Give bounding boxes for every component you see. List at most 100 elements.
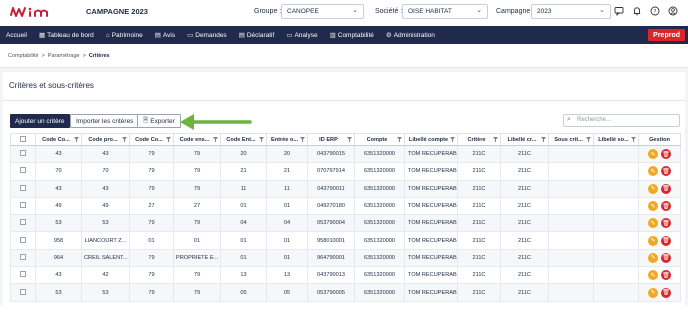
row-checkbox[interactable] — [20, 253, 26, 260]
delete-icon[interactable]: 🗑 — [661, 270, 671, 281]
delete-icon[interactable]: 🗑 — [661, 218, 671, 229]
row-checkbox[interactable] — [20, 150, 26, 157]
row-actions: ✎ 🗑 — [638, 196, 681, 216]
column-header[interactable]: Code Ent... — [220, 133, 267, 146]
table-cell: 01 — [266, 196, 308, 216]
table-cell: TOM RECUPERAB — [404, 248, 458, 268]
column-header[interactable]: Code pro... — [81, 133, 130, 146]
export-button[interactable]: 🗎 Exporter — [137, 114, 181, 128]
edit-icon[interactable]: ✎ — [648, 252, 658, 263]
nav-item-analyse[interactable]: ▭ Analyse — [280, 26, 323, 44]
filter-icon[interactable] — [347, 137, 352, 142]
nav-item-patrimoine[interactable]: ⌂ Patrimoine — [100, 26, 149, 44]
column-header[interactable]: Gestion — [638, 133, 681, 146]
filter-icon[interactable] — [450, 137, 455, 142]
societe-select[interactable]: OISE HABITAT ⌄ — [402, 4, 488, 19]
column-header[interactable]: Code Co... — [129, 133, 174, 146]
campagne-select[interactable]: 2023 ⌄ — [531, 4, 611, 19]
table-row[interactable]: 43 42 79 79 13 13 043790013 6351320000 TOM RECUP… — [10, 266, 681, 285]
select-all-checkbox[interactable] — [20, 135, 26, 142]
select-all-header[interactable] — [10, 133, 36, 146]
table-row[interactable]: 49 49 27 27 01 01 049270180 6351320000 TOM RECUP… — [10, 196, 681, 216]
page-title: Critères et sous-critères — [9, 81, 94, 90]
user-icon[interactable] — [667, 5, 678, 16]
edit-icon[interactable]: ✎ — [648, 235, 658, 246]
table-row[interactable]: 70 70 79 79 21 21 070797914 6351320000 TOM RECUP… — [10, 162, 681, 181]
table-row[interactable]: 53 53 79 79 05 05 053790005 6351320000 TOM RECUP… — [10, 283, 681, 302]
table-cell: 043790013 — [307, 266, 355, 285]
chat-icon[interactable] — [613, 5, 624, 16]
column-header[interactable]: Libellé cr... — [500, 133, 549, 146]
edit-icon[interactable]: ✎ — [648, 201, 658, 212]
filter-icon[interactable] — [541, 137, 546, 142]
groupe-label: Groupe : — [254, 8, 282, 15]
edit-icon[interactable]: ✎ — [648, 218, 658, 229]
breadcrumb-item[interactable]: Comptabilité — [8, 53, 39, 59]
column-header[interactable]: Code Co... — [35, 133, 82, 146]
import-criteria-button[interactable]: Importer les critères — [70, 114, 140, 128]
row-checkbox[interactable] — [20, 288, 26, 295]
column-header[interactable]: Critère — [457, 133, 501, 146]
table-row[interactable]: 958 LIANCOURT Z... 01 01 01 01 958010001 635132… — [10, 231, 681, 250]
filter-icon[interactable] — [213, 137, 218, 142]
filter-icon[interactable] — [74, 137, 79, 142]
filter-icon[interactable] — [493, 137, 498, 142]
column-header[interactable]: Entrée o... — [266, 133, 308, 146]
delete-icon[interactable]: 🗑 — [661, 287, 671, 298]
delete-icon[interactable]: 🗑 — [661, 252, 671, 263]
row-actions: ✎ 🗑 — [638, 162, 681, 181]
delete-icon[interactable]: 🗑 — [661, 149, 671, 160]
column-header-label: Libellé so... — [598, 136, 629, 143]
row-checkbox[interactable] — [20, 236, 26, 243]
nav-item-administration[interactable]: ⚙ Administration — [380, 26, 441, 44]
nav-item-demandes[interactable]: ▭ Demandes — [181, 26, 233, 44]
delete-icon[interactable]: 🗑 — [661, 183, 671, 194]
groupe-select[interactable]: CANOPEE ⌄ — [281, 4, 364, 19]
bell-icon[interactable] — [631, 5, 642, 16]
column-header[interactable]: ID ERP — [307, 133, 355, 146]
table-cell: 27 — [173, 196, 221, 216]
filter-icon[interactable] — [259, 137, 264, 142]
column-header[interactable]: Code ens... — [173, 133, 221, 146]
filter-icon[interactable] — [586, 137, 591, 142]
help-icon[interactable]: ? — [649, 5, 660, 16]
row-checkbox[interactable] — [20, 219, 26, 226]
edit-icon[interactable]: ✎ — [648, 183, 658, 194]
table-row[interactable]: 964 CREIL SALENT... 79 PROPRIETE E... 01 01 96… — [10, 248, 681, 268]
row-checkbox[interactable] — [20, 184, 26, 191]
column-header[interactable]: Sous crit... — [548, 133, 594, 146]
delete-icon[interactable]: 🗑 — [661, 166, 671, 177]
table-row[interactable]: 53 53 79 79 04 04 053790004 6351320000 TOM RECUP… — [10, 214, 681, 233]
add-criterion-button[interactable]: Ajouter un critère — [10, 114, 70, 128]
table-cell: 42 — [81, 266, 130, 285]
row-select-cell — [10, 196, 36, 216]
delete-icon[interactable]: 🗑 — [661, 201, 671, 212]
nav-item-tableau-de-bord[interactable]: ▦ Tableau de bord — [33, 26, 100, 44]
edit-icon[interactable]: ✎ — [648, 287, 658, 298]
nav-item-accueil[interactable]: Accueil — [0, 26, 33, 44]
column-header[interactable]: Compte — [354, 133, 405, 146]
column-header[interactable]: Libellé compte — [404, 133, 458, 146]
edit-icon[interactable]: ✎ — [648, 149, 658, 160]
search-input[interactable]: ⌕ Recherche... — [563, 114, 680, 127]
row-checkbox[interactable] — [20, 271, 26, 278]
filter-icon[interactable] — [122, 137, 127, 142]
edit-icon[interactable]: ✎ — [648, 166, 658, 177]
nav-item-avis[interactable]: ▤ Avis — [149, 26, 181, 44]
column-header[interactable]: Libellé so... — [593, 133, 639, 146]
edit-icon[interactable]: ✎ — [648, 270, 658, 281]
breadcrumb-item[interactable]: Paramétrage — [48, 53, 80, 59]
nav-item-declaratif[interactable]: ▤ Déclaratif — [233, 26, 281, 44]
filter-icon[interactable] — [397, 137, 402, 142]
nav-item-comptabilite[interactable]: ▥ Comptabilité — [324, 26, 380, 44]
filter-icon[interactable] — [166, 137, 171, 142]
app-logo[interactable] — [8, 4, 76, 22]
table-cell: 43 — [35, 144, 82, 164]
filter-icon[interactable] — [631, 137, 636, 142]
table-row[interactable]: 43 43 79 79 20 20 043790015 6351320000 TOM RECUP… — [10, 144, 681, 164]
row-checkbox[interactable] — [20, 167, 26, 174]
filter-icon[interactable] — [300, 137, 305, 142]
row-checkbox[interactable] — [20, 202, 26, 209]
table-row[interactable]: 43 43 79 79 11 11 043790011 6351320000 TOM RECUP… — [10, 179, 681, 198]
delete-icon[interactable]: 🗑 — [661, 235, 671, 246]
